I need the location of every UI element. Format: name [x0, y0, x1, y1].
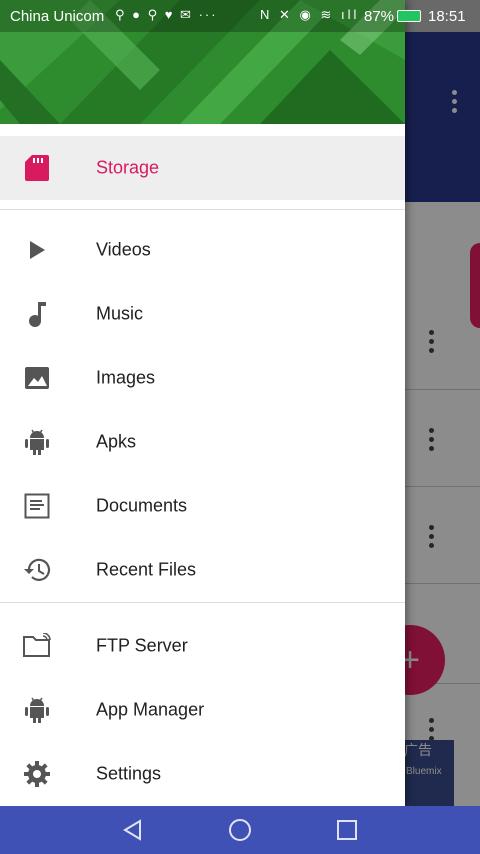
drawer-item-videos[interactable]: Videos [0, 218, 405, 282]
back-icon[interactable] [121, 818, 145, 842]
gear-icon [22, 759, 52, 789]
system-nav-bar [0, 806, 480, 854]
drawer-item-label: FTP Server [96, 635, 188, 656]
android-icon [22, 695, 52, 725]
android-icon [22, 427, 52, 457]
notification-icons: ⚲ ● ⚲ ♥ ✉ ··· [115, 7, 218, 22]
music-note-icon [22, 299, 52, 329]
carrier-name: China Unicom [10, 8, 105, 25]
divider [0, 602, 405, 603]
drawer-item-recent-files[interactable]: Recent Files [0, 538, 405, 602]
drawer-item-app-manager[interactable]: App Manager [0, 678, 405, 742]
drawer-item-label: Settings [96, 763, 162, 784]
drawer-item-apks[interactable]: Apks [0, 410, 405, 474]
ftp-folder-icon [22, 631, 52, 661]
drawer-item-ftp-server[interactable]: FTP Server [0, 614, 405, 678]
drawer-item-documents[interactable]: Documents [0, 474, 405, 538]
drawer-item-label: Music [96, 303, 144, 324]
drawer-item-settings[interactable]: Settings [0, 742, 405, 806]
drawer-item-label: Apks [96, 431, 137, 452]
image-icon [22, 363, 52, 393]
battery-percent: 87% [364, 8, 395, 25]
recents-icon[interactable] [335, 818, 359, 842]
drawer-item-label: Images [96, 367, 156, 388]
drawer-item-label: Documents [96, 495, 188, 516]
document-icon [22, 491, 52, 521]
drawer-item-label: Recent Files [96, 559, 197, 580]
sd-card-icon [22, 153, 52, 183]
battery-icon [397, 10, 421, 22]
drawer-item-label: Storage [96, 157, 160, 178]
play-icon [22, 235, 52, 265]
divider [0, 209, 405, 210]
status-bar: China Unicom ⚲ ● ⚲ ♥ ✉ ··· N ✕ ◉ ≋ ıll 8… [0, 0, 480, 32]
history-icon [22, 555, 52, 585]
drawer-item-images[interactable]: Images [0, 346, 405, 410]
system-icons: N ✕ ◉ ≋ ıll [260, 7, 360, 22]
drawer-item-label: App Manager [96, 699, 205, 720]
drawer-item-storage[interactable]: Storage [0, 136, 405, 200]
clock: 18:51 [428, 8, 466, 25]
home-icon[interactable] [228, 818, 252, 842]
drawer-item-label: Videos [96, 239, 151, 260]
drawer-item-music[interactable]: Music [0, 282, 405, 346]
navigation-drawer: Storage Videos Music Images Apks Documen… [0, 0, 405, 806]
